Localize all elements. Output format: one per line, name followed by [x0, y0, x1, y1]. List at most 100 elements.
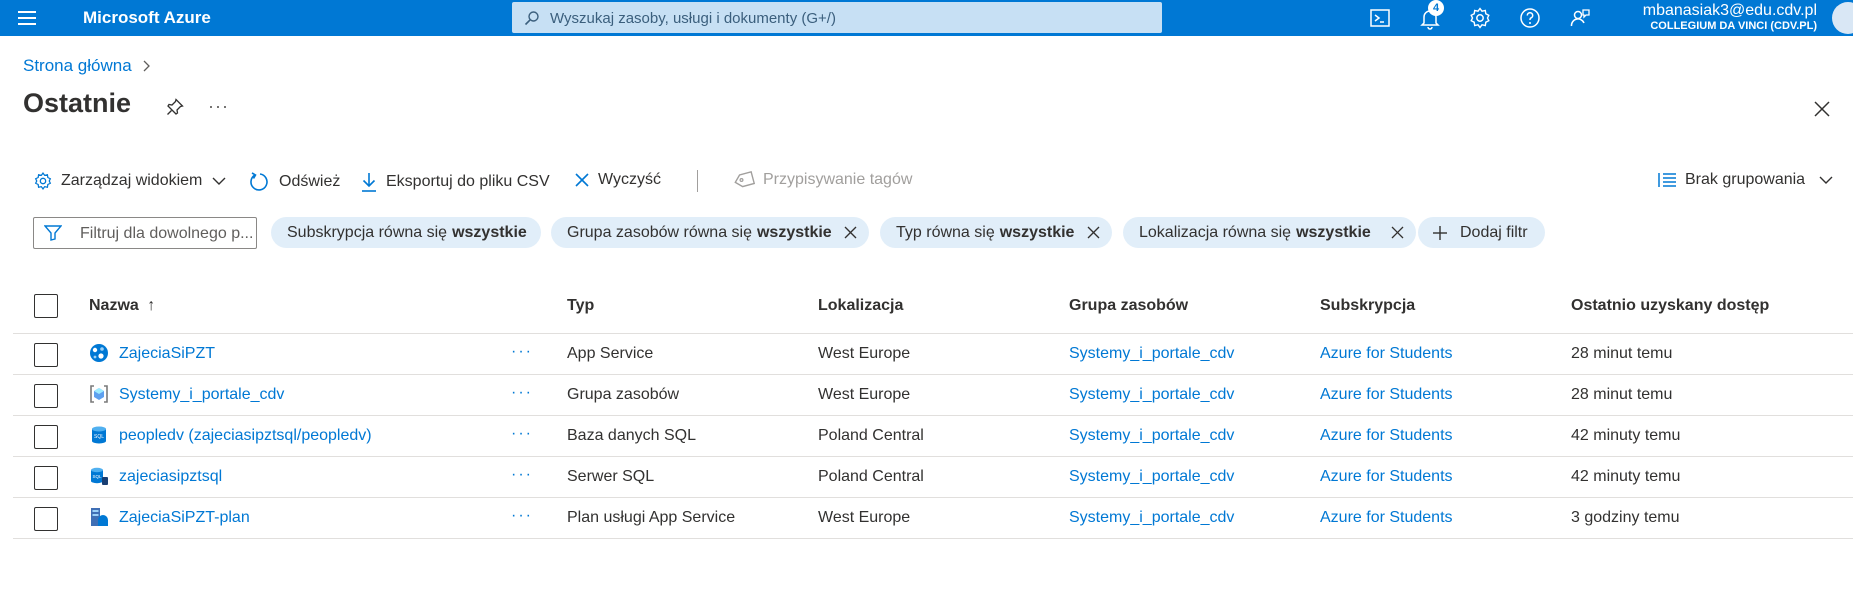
close-icon[interactable]	[1813, 100, 1831, 118]
column-header-name[interactable]: Nazwa ↑	[89, 297, 155, 315]
subscription-link[interactable]: Azure for Students	[1320, 427, 1453, 445]
refresh-label: Odśwież	[279, 173, 341, 190]
download-icon	[362, 173, 376, 192]
svg-text:SQL: SQL	[92, 474, 102, 479]
subscription-link[interactable]: Azure for Students	[1320, 386, 1453, 404]
resource-group-link[interactable]: Systemy_i_portale_cdv	[1069, 427, 1234, 445]
remove-filter-icon[interactable]	[1391, 226, 1404, 239]
search-input[interactable]	[548, 2, 1152, 35]
plus-icon	[1433, 225, 1447, 240]
filter-input[interactable]	[78, 218, 254, 250]
last-accessed: 42 minuty temu	[1571, 427, 1681, 444]
subscription-link[interactable]: Azure for Students	[1320, 345, 1453, 363]
filter-pill-value: wszystkie	[1296, 223, 1371, 241]
resource-type: Grupa zasobów	[567, 386, 680, 403]
column-header-type[interactable]: Typ	[567, 297, 594, 315]
grouping-dropdown[interactable]: Brak grupowania	[1657, 171, 1841, 189]
row-checkbox[interactable]	[34, 384, 58, 408]
select-all-checkbox[interactable]	[34, 294, 58, 318]
filter-pill-location[interactable]: Lokalizacja równa się wszystkie	[1123, 217, 1416, 248]
row-checkbox[interactable]	[34, 466, 58, 490]
manage-view-label: Zarządzaj widokiem	[61, 172, 203, 189]
column-header-resource-group[interactable]: Grupa zasobów	[1069, 297, 1188, 315]
row-divider	[13, 497, 1853, 498]
resource-group-link[interactable]: Systemy_i_portale_cdv	[1069, 386, 1234, 404]
help-icon[interactable]	[1518, 6, 1542, 30]
app-service-plan-icon	[91, 508, 108, 526]
resource-type: Plan usługi App Service	[567, 509, 736, 526]
avatar[interactable]	[1832, 2, 1853, 34]
subscription-link[interactable]: Azure for Students	[1320, 509, 1453, 527]
resource-group-link[interactable]: Systemy_i_portale_cdv	[1069, 345, 1234, 363]
filter-pill-prefix: Lokalizacja równa się	[1139, 223, 1292, 241]
settings-icon[interactable]	[1468, 6, 1492, 30]
filter-pill-type[interactable]: Typ równa się wszystkie	[880, 217, 1112, 248]
resource-name-link[interactable]: peopledv (zajeciasipztsql/peopledv)	[119, 427, 372, 445]
global-search[interactable]	[512, 2, 1162, 35]
column-header-last-accessed[interactable]: Ostatnio uzyskany dostęp	[1571, 297, 1769, 315]
row-checkbox[interactable]	[34, 425, 58, 449]
manage-view-button[interactable]: Zarządzaj widokiem	[33, 171, 234, 191]
resource-location: West Europe	[818, 345, 911, 362]
more-options-icon[interactable]: ···	[208, 96, 229, 117]
gear-icon	[34, 172, 52, 190]
row-more-icon[interactable]: ···	[511, 384, 533, 402]
add-filter-label: Dodaj filtr	[1460, 223, 1528, 241]
row-checkbox[interactable]	[34, 507, 58, 531]
resource-location: Poland Central	[818, 468, 924, 485]
header-divider	[13, 333, 1853, 334]
row-divider	[13, 374, 1853, 375]
resource-name-link[interactable]: zajeciasipztsql	[119, 468, 222, 486]
subscription-link[interactable]: Azure for Students	[1320, 468, 1453, 486]
filter-pill-value: wszystkie	[756, 223, 832, 241]
resource-group-link[interactable]: Systemy_i_portale_cdv	[1069, 468, 1234, 486]
export-csv-label: Eksportuj do pliku CSV	[386, 173, 550, 190]
account-email[interactable]: mbanasiak3@edu.cdv.pl	[1643, 2, 1817, 20]
cloud-shell-icon[interactable]	[1368, 6, 1392, 30]
add-filter-button[interactable]: Dodaj filtr	[1418, 217, 1545, 248]
menu-icon[interactable]	[18, 9, 38, 27]
row-more-icon[interactable]: ···	[511, 425, 533, 443]
remove-filter-icon[interactable]	[1087, 226, 1100, 239]
column-name-label: Nazwa	[89, 297, 139, 314]
filter-icon	[44, 225, 62, 241]
brand-title[interactable]: Microsoft Azure	[83, 8, 211, 28]
filter-pill-prefix: Typ równa się	[896, 223, 995, 241]
export-csv-button[interactable]: Eksportuj do pliku CSV	[360, 171, 550, 193]
pin-icon[interactable]	[166, 98, 184, 116]
filter-pill-subscription[interactable]: Subskrypcja równa się wszystkie	[271, 217, 541, 248]
chevron-down-icon	[212, 177, 226, 185]
filter-field[interactable]	[33, 217, 257, 250]
chevron-down-icon	[1819, 176, 1833, 184]
feedback-icon[interactable]	[1568, 6, 1592, 30]
last-accessed: 28 minut temu	[1571, 386, 1673, 403]
clear-button[interactable]: Wyczyść	[574, 171, 661, 189]
column-header-location[interactable]: Lokalizacja	[818, 297, 903, 315]
resource-group-icon	[90, 385, 108, 403]
breadcrumb-home[interactable]: Strona główna	[23, 56, 132, 76]
filter-pill-resource-group[interactable]: Grupa zasobów równa się wszystkie	[551, 217, 869, 248]
resource-group-link[interactable]: Systemy_i_portale_cdv	[1069, 509, 1234, 527]
resource-location: Poland Central	[818, 427, 924, 444]
assign-tags-button[interactable]: Przypisywanie tagów	[733, 171, 912, 189]
row-more-icon[interactable]: ···	[511, 466, 533, 484]
sort-ascending-icon: ↑	[147, 297, 156, 314]
remove-filter-icon[interactable]	[844, 226, 857, 239]
resource-name-link[interactable]: ZajeciaSiPZT-plan	[119, 509, 250, 527]
row-more-icon[interactable]: ···	[511, 343, 533, 361]
row-checkbox[interactable]	[34, 343, 58, 367]
row-divider	[13, 456, 1853, 457]
resource-location: West Europe	[818, 386, 911, 403]
resource-location: West Europe	[818, 509, 911, 526]
resource-type: Baza danych SQL	[567, 427, 696, 444]
row-divider	[13, 415, 1853, 416]
account-org[interactable]: COLLEGIUM DA VINCI (CDV.PL)	[1650, 20, 1817, 32]
refresh-button[interactable]: Odśwież	[249, 171, 340, 193]
resource-name-link[interactable]: ZajeciaSiPZT	[119, 345, 215, 363]
row-more-icon[interactable]: ···	[511, 507, 533, 525]
resource-type: Serwer SQL	[567, 468, 655, 485]
resource-name-link[interactable]: Systemy_i_portale_cdv	[119, 386, 284, 404]
last-accessed: 42 minuty temu	[1571, 468, 1681, 485]
column-header-subscription[interactable]: Subskrypcja	[1320, 297, 1415, 315]
assign-tags-label: Przypisywanie tagów	[763, 171, 913, 188]
